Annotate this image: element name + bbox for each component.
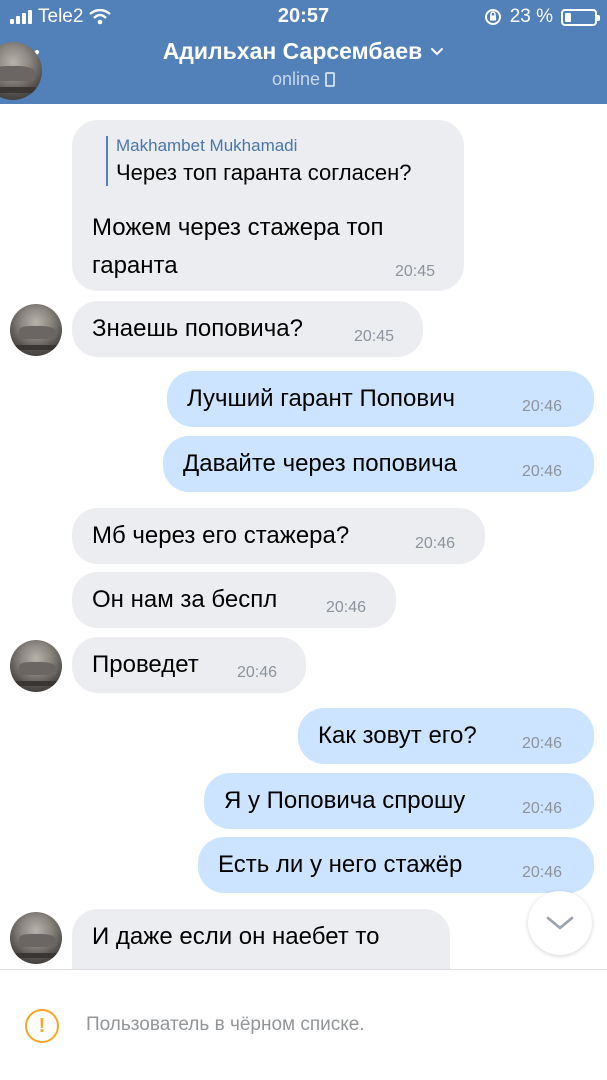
blocked-notice-text: Пользователь в чёрном списке. (86, 1014, 365, 1035)
message-text: Есть ли у него стажёр (218, 851, 463, 878)
scroll-to-bottom-button[interactable] (528, 891, 592, 955)
message-time: 20:45 (395, 263, 436, 280)
message-time: 20:46 (522, 398, 563, 415)
message-bubble-outgoing[interactable]: Есть ли у него стажёр 20:46 (198, 837, 594, 893)
message-text: Знаешь поповича? (92, 315, 303, 342)
message-time: 20:46 (522, 463, 563, 480)
message-text: Мб через его стажера? (92, 522, 350, 549)
rotation-lock-icon (484, 9, 501, 25)
message-text: Я у Поповича спрошу (224, 787, 466, 814)
quoted-author: Makhambet Mukhamadi (116, 136, 298, 155)
chevron-down-icon (431, 47, 444, 55)
message-text: Он нам за беспл (92, 586, 278, 613)
sender-avatar[interactable] (10, 640, 62, 692)
message-text: И даже если он наебет то (92, 923, 380, 950)
battery-percent: 23 % (509, 6, 553, 27)
blocked-notice-bar: ! Пользователь в чёрном списке. (0, 969, 607, 1080)
message-text: Как зовут его? (318, 722, 477, 749)
message-time: 20:46 (522, 735, 563, 752)
message-time: 20:46 (522, 800, 563, 817)
online-label: online (271, 69, 321, 89)
message-bubble-incoming[interactable]: Проведет 20:46 (72, 637, 306, 693)
message-time: 20:46 (415, 535, 456, 552)
message-text: Лучший гарант Попович (187, 385, 456, 412)
message-time: 20:46 (522, 864, 563, 881)
battery-icon (561, 8, 600, 26)
message-time: 20:46 (237, 664, 278, 681)
warning-icon: ! (25, 1009, 59, 1043)
chat-title-area[interactable]: Адильхан Сарсембаев online (100, 38, 507, 90)
message-bubble-outgoing[interactable]: Давайте через поповича 20:46 (163, 436, 594, 492)
status-bar: Tele2 20:57 23 % (0, 0, 607, 32)
message-bubble-outgoing[interactable]: Я у Поповича спрошу 20:46 (204, 773, 594, 829)
status-right: 23 % (484, 6, 600, 28)
message-bubble-outgoing[interactable]: Лучший гарант Попович 20:46 (167, 371, 594, 427)
message-text: Проведет (92, 651, 199, 678)
message-bubble-incoming[interactable]: Знаешь поповича? 20:45 (72, 301, 423, 357)
contact-name: Адильхан Сарсембаев (162, 38, 423, 64)
message-time: 20:46 (326, 599, 367, 616)
message-bubble-incoming[interactable]: Он нам за беспл 20:46 (72, 572, 396, 628)
message-text: Давайте через поповича (183, 450, 457, 477)
chevron-down-icon (546, 916, 574, 930)
message-text: Можем через стажера топ (92, 214, 384, 241)
chat-title[interactable]: Адильхан Сарсембаев (163, 38, 445, 65)
online-status: online (271, 69, 336, 90)
message-bubble-outgoing[interactable]: Как зовут его? 20:46 (298, 708, 594, 764)
quoted-text: Через топ гаранта согласен? (116, 160, 412, 185)
phone-icon (325, 72, 336, 87)
message-bubble-incoming[interactable]: Мб через его стажера? 20:46 (72, 508, 485, 564)
sender-avatar[interactable] (10, 912, 62, 964)
message-text: гаранта (92, 252, 178, 279)
message-time: 20:45 (354, 328, 395, 345)
chat-header: Tele2 20:57 23 % Адильхан Сарсембаев onl… (0, 0, 607, 104)
quoted-message[interactable]: Makhambet Mukhamadi Через топ гаранта со… (106, 136, 411, 186)
sender-avatar[interactable] (10, 304, 62, 356)
